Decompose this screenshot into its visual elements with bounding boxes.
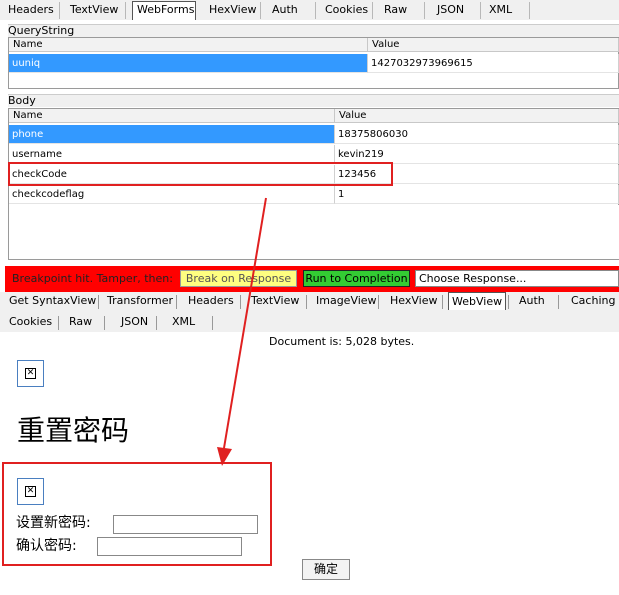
- tab-transformer[interactable]: Transformer: [104, 292, 176, 310]
- tab-response-headers[interactable]: Headers: [185, 292, 237, 310]
- body-col-value[interactable]: Value: [335, 109, 619, 123]
- tab-separator: [98, 295, 99, 309]
- tab-webforms[interactable]: WebForms: [132, 1, 196, 20]
- body-row-value[interactable]: 1: [335, 185, 619, 204]
- querystring-title: QueryString: [8, 24, 619, 37]
- body-title: Body: [8, 94, 619, 107]
- body-row-name[interactable]: checkcodeflag: [9, 185, 335, 204]
- tab-response-xml[interactable]: XML: [169, 313, 198, 331]
- tab-separator: [176, 295, 177, 309]
- body-grid-empty-area: [9, 205, 619, 259]
- page-heading: 重置密码: [17, 414, 130, 447]
- tab-response-cookies[interactable]: Cookies: [6, 313, 55, 331]
- tab-imageview[interactable]: ImageView: [313, 292, 380, 310]
- tab-hexview[interactable]: HexView: [205, 2, 261, 19]
- querystring-col-value[interactable]: Value: [368, 38, 619, 52]
- response-tab-bar: Get SyntaxView Transformer Headers TextV…: [0, 292, 619, 332]
- tab-xml[interactable]: XML: [485, 2, 530, 19]
- breakpoint-label: Breakpoint hit. Tamper, then:: [12, 272, 173, 285]
- run-to-completion-button[interactable]: Run to Completion: [303, 270, 410, 287]
- body-col-name[interactable]: Name: [9, 109, 335, 123]
- tab-response-hexview[interactable]: HexView: [387, 292, 440, 310]
- tab-separator: [508, 295, 509, 309]
- querystring-col-name[interactable]: Name: [9, 38, 368, 52]
- querystring-grid[interactable]: Name Value uuniq 1427032973969615: [8, 37, 619, 89]
- breakpoint-bar: Breakpoint hit. Tamper, then: Break on R…: [5, 266, 619, 292]
- tab-json[interactable]: JSON: [433, 2, 481, 19]
- tab-separator: [378, 295, 379, 309]
- tab-separator: [240, 295, 241, 309]
- tab-auth[interactable]: Auth: [268, 2, 316, 19]
- tab-raw[interactable]: Raw: [380, 2, 425, 19]
- broken-image-icon: ✕: [17, 360, 44, 387]
- tab-response-raw[interactable]: Raw: [66, 313, 95, 331]
- tab-cookies[interactable]: Cookies: [321, 2, 373, 19]
- tab-response-json[interactable]: JSON: [118, 313, 151, 331]
- annotation-checkcode-box: [8, 162, 393, 186]
- tab-separator: [442, 295, 443, 309]
- tab-separator: [306, 295, 307, 309]
- body-row-name[interactable]: phone: [9, 125, 335, 144]
- tab-get-syntaxview[interactable]: Get SyntaxView: [6, 292, 99, 310]
- request-tab-bar: Headers TextView WebForms HexView Auth C…: [0, 0, 619, 20]
- tab-caching[interactable]: Caching: [568, 292, 618, 310]
- tab-response-auth[interactable]: Auth: [516, 292, 548, 310]
- document-size-info: Document is: 5,028 bytes.: [269, 335, 415, 348]
- body-row-value[interactable]: 18375806030: [335, 125, 619, 144]
- tab-separator: [156, 316, 157, 330]
- tab-textview[interactable]: TextView: [66, 2, 126, 19]
- break-on-response-button[interactable]: Break on Response: [180, 270, 297, 287]
- tab-separator: [212, 316, 213, 330]
- choose-response-dropdown[interactable]: Choose Response...: [415, 270, 619, 287]
- querystring-row-value[interactable]: 1427032973969615: [368, 54, 619, 73]
- tab-response-textview[interactable]: TextView: [248, 292, 302, 310]
- tab-headers[interactable]: Headers: [4, 2, 60, 19]
- tab-separator: [58, 316, 59, 330]
- submit-button[interactable]: 确定: [302, 559, 350, 580]
- querystring-row-name[interactable]: uuniq: [9, 54, 368, 73]
- annotation-form-box: [2, 462, 272, 566]
- tab-separator: [104, 316, 105, 330]
- tab-webview[interactable]: WebView: [448, 292, 507, 310]
- tab-separator: [558, 295, 559, 309]
